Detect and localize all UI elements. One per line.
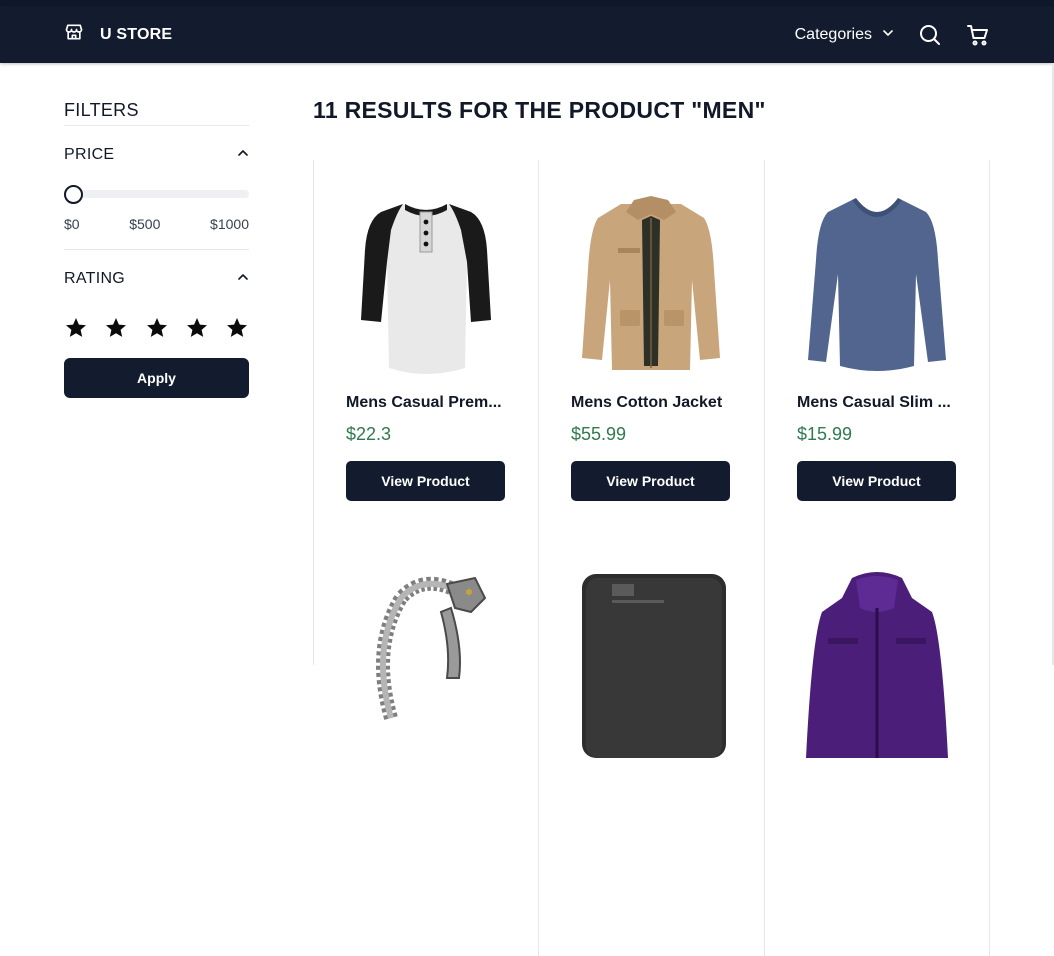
divider [64, 249, 249, 250]
chevron-up-icon [237, 146, 249, 164]
product-grid: Mens Casual Prem... $22.3 View Product M… [313, 160, 990, 956]
store-icon [64, 22, 84, 47]
product-price: $15.99 [797, 424, 853, 444]
star-icon[interactable] [145, 316, 169, 340]
dragon-bracelet-icon [376, 576, 487, 720]
page-title: 11 RESULTS FOR THE PRODUCT "MEN" [313, 97, 766, 123]
product-image[interactable] [571, 568, 731, 758]
slim-tshirt-icon [808, 198, 946, 371]
price-min-label: $0 [64, 216, 80, 232]
price-mid-label: $500 [129, 216, 161, 232]
product-image[interactable] [797, 568, 957, 758]
filters-sidebar: FILTERS PRICE $0 $500 $1000 RATING Apply [64, 100, 249, 398]
view-product-button[interactable]: View Product [346, 461, 505, 501]
product-card: Mens Casual Slim ... $15.99 View Product [765, 160, 990, 558]
navbar: U STORE Categories [0, 6, 1054, 63]
cotton-jacket-icon [582, 196, 720, 370]
product-price: $22.3 [346, 424, 392, 444]
view-product-button[interactable]: View Product [571, 461, 730, 501]
product-image[interactable] [797, 190, 957, 380]
price-label: PRICE [64, 146, 115, 163]
product-card: Mens Casual Prem... $22.3 View Product [314, 160, 539, 558]
price-slider-thumb[interactable] [64, 185, 83, 204]
star-icon[interactable] [64, 316, 88, 340]
chevron-down-icon [882, 26, 894, 44]
price-max-label: $1000 [210, 216, 249, 232]
product-price: $55.99 [571, 424, 627, 444]
price-scale: $0 $500 $1000 [64, 216, 249, 232]
product-card [314, 558, 539, 956]
product-name[interactable]: Mens Casual Prem... [346, 394, 506, 412]
raglan-henley-shirt-icon [361, 204, 491, 374]
nav-actions: Categories [795, 6, 990, 63]
filters-title: FILTERS [64, 100, 249, 126]
categories-label: Categories [794, 25, 872, 43]
brand-link[interactable]: U STORE [64, 6, 172, 63]
star-icon[interactable] [225, 316, 249, 340]
price-slider[interactable] [64, 185, 249, 204]
rating-section-toggle[interactable]: RATING [64, 270, 249, 288]
product-card: Mens Cotton Jacket $55.99 View Product [539, 160, 765, 558]
product-image[interactable] [346, 568, 506, 758]
cart-icon[interactable] [966, 23, 990, 47]
product-card [539, 558, 765, 956]
brand-name: U STORE [100, 25, 173, 43]
product-image[interactable] [346, 190, 506, 380]
external-hard-drive-icon [582, 574, 726, 758]
star-icon[interactable] [185, 316, 209, 340]
star-icon[interactable] [104, 316, 128, 340]
product-name[interactable]: Mens Casual Slim ... [797, 394, 957, 412]
product-name[interactable]: Mens Cotton Jacket [571, 394, 732, 412]
categories-dropdown[interactable]: Categories [795, 26, 894, 44]
search-icon[interactable] [918, 23, 942, 47]
view-product-button[interactable]: View Product [797, 461, 956, 501]
product-card [765, 558, 990, 956]
product-image[interactable] [571, 190, 731, 380]
rating-label: RATING [64, 270, 126, 287]
price-section-toggle[interactable]: PRICE [64, 146, 249, 164]
chevron-up-icon [237, 270, 249, 288]
rating-stars [64, 316, 249, 340]
purple-jacket-icon [806, 572, 948, 758]
apply-button[interactable]: Apply [64, 358, 249, 398]
